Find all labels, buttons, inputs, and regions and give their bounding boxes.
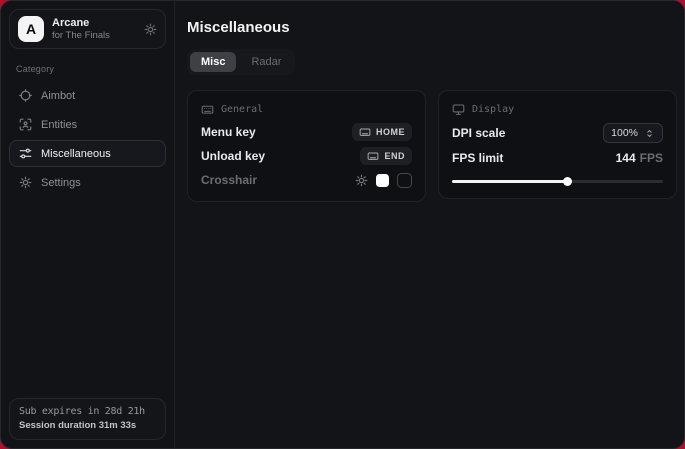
subscription-card: Sub expires in 28d 21h Session duration … [9,398,166,440]
sidebar-item-label: Entities [41,119,77,131]
unload-key-bind-button[interactable]: END [360,147,412,165]
unload-key-value: END [384,151,405,161]
display-card: Display DPI scale 100% FPS limit [438,90,677,199]
keyboard-icon [359,126,371,138]
crosshair-checkbox[interactable] [397,173,412,188]
general-card-title: General [221,104,263,115]
slider-fill [452,180,568,183]
crosshair-label: Crosshair [201,173,257,187]
sidebar-item-miscellaneous[interactable]: Miscellaneous [9,140,166,167]
gear-icon[interactable] [144,23,157,36]
tab-radar[interactable]: Radar [240,52,292,72]
display-card-title: Display [472,104,514,115]
menu-key-row: Menu key HOME [201,123,412,141]
brand-subtitle: for The Finals [52,30,110,41]
fps-number: 144 [616,151,636,165]
crosshair-color-swatch[interactable] [376,174,389,187]
gear-icon[interactable] [355,174,368,187]
menu-key-label: Menu key [201,125,256,139]
fps-unit: FPS [640,151,663,165]
brand-text: Arcane for The Finals [52,17,110,41]
cards-row: General Menu key HOME Unload key [187,90,677,202]
brand-logo: A [18,16,44,42]
menu-key-value: HOME [376,127,405,137]
general-card: General Menu key HOME Unload key [187,90,426,202]
monitor-icon [452,103,465,116]
gear-icon [19,176,32,189]
sidebar-item-aimbot[interactable]: Aimbot [9,82,166,109]
category-label: Category [16,64,159,74]
fps-limit-value: 144 FPS [616,151,663,165]
fps-limit-row: FPS limit 144 FPS [452,149,663,167]
keyboard-icon [201,103,214,116]
crosshair-controls [355,173,412,188]
session-duration-text: Session duration 31m 33s [19,420,156,431]
tablist: Misc Radar [187,49,295,75]
sidebar-item-settings[interactable]: Settings [9,169,166,196]
crosshair-icon [19,89,32,102]
chevrons-up-down-icon [644,128,655,139]
menu-key-bind-button[interactable]: HOME [352,123,412,141]
dpi-scale-row: DPI scale 100% [452,123,663,143]
unload-key-label: Unload key [201,149,265,163]
slider-thumb[interactable] [563,177,572,186]
sidebar-nav: Aimbot Entities [9,81,166,197]
brand-name: Arcane [52,17,110,29]
dpi-scale-label: DPI scale [452,126,505,140]
fps-limit-slider[interactable] [452,176,663,186]
sidebar-item-entities[interactable]: Entities [9,111,166,138]
sidebar-item-label: Settings [41,177,81,189]
sliders-icon [19,147,32,160]
unload-key-row: Unload key END [201,147,412,165]
sub-expires-text: Sub expires in 28d 21h [19,406,156,417]
crosshair-row: Crosshair [201,171,412,189]
keyboard-icon [367,150,379,162]
sidebar: A Arcane for The Finals Category [1,1,175,448]
brand-card: A Arcane for The Finals [9,9,166,49]
tab-misc[interactable]: Misc [190,52,236,72]
display-card-header: Display [452,101,663,117]
fps-limit-label: FPS limit [452,151,503,165]
dpi-scale-select[interactable]: 100% [603,123,663,143]
main-content: Miscellaneous Misc Radar General [175,1,685,448]
dpi-scale-value: 100% [611,127,638,139]
sidebar-item-label: Miscellaneous [41,148,111,160]
app-window: A Arcane for The Finals Category [0,0,685,449]
page-title: Miscellaneous [187,19,677,36]
scan-icon [19,118,32,131]
sidebar-item-label: Aimbot [41,90,75,102]
general-card-header: General [201,101,412,117]
